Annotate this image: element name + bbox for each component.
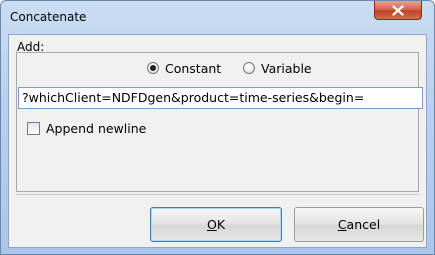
ok-label-rest: K [216, 217, 226, 232]
ok-button[interactable]: OK [150, 207, 282, 242]
add-label: Add: [17, 40, 45, 54]
cancel-mnemonic: C [337, 217, 347, 232]
close-button[interactable] [374, 1, 422, 20]
ok-mnemonic: O [206, 217, 217, 232]
concatenate-text-input[interactable]: ?whichClient=NDFDgen&product=time-series… [18, 87, 423, 109]
cancel-button[interactable]: Cancel [294, 207, 424, 242]
close-x-icon [392, 4, 404, 16]
constant-radio-option[interactable]: Constant [147, 60, 221, 76]
variable-radio-button[interactable] [243, 62, 255, 74]
variable-radio-option[interactable]: Variable [243, 60, 312, 76]
constant-radio-label: Constant [165, 60, 222, 76]
button-divider [16, 194, 419, 195]
window-title: Concatenate [10, 10, 87, 24]
append-newline-checkbox[interactable] [27, 121, 40, 135]
cancel-label-rest: ancel [346, 217, 381, 232]
variable-radio-label: Variable [261, 60, 312, 76]
append-newline-option[interactable]: Append newline [27, 120, 146, 136]
constant-radio-button[interactable] [147, 62, 159, 74]
title-bar[interactable]: Concatenate [1, 1, 434, 35]
append-newline-label: Append newline [46, 120, 147, 136]
